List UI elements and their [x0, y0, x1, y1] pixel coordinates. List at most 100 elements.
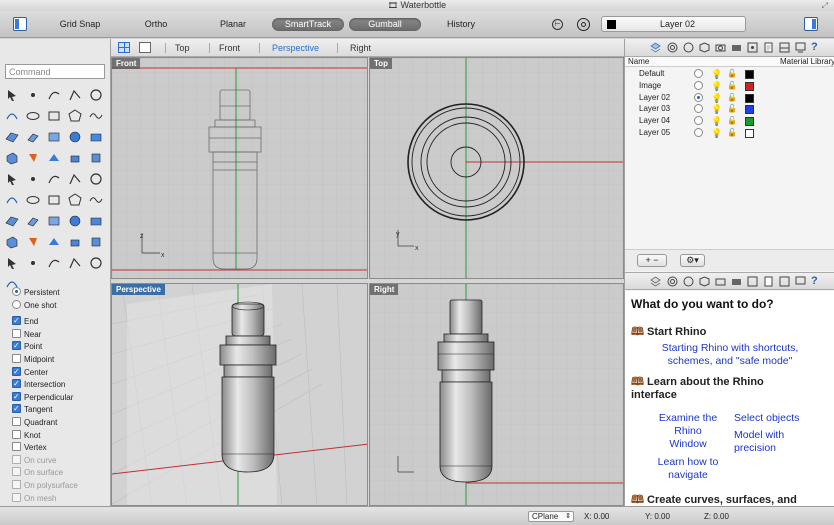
current-layer-radio-icon[interactable]	[694, 116, 703, 126]
navigate-link-1[interactable]: Learn how to	[658, 456, 719, 468]
command-input[interactable]: Command	[5, 64, 105, 79]
tool-cylinder-icon[interactable]	[47, 151, 61, 165]
osnap-intersection[interactable]: Intersection	[12, 378, 65, 391]
planar-button[interactable]: Planar	[215, 16, 251, 32]
named-views-tab-icon[interactable]	[795, 42, 806, 53]
tab-perspective[interactable]: Perspective	[272, 41, 319, 55]
checkbox-icon[interactable]	[12, 340, 21, 352]
tool-curve-icon[interactable]	[47, 88, 61, 102]
radio-icon[interactable]	[12, 287, 21, 296]
properties-tab-icon-2[interactable]	[667, 276, 678, 287]
layer-row[interactable]: Layer 04 💡 🔓	[625, 115, 834, 127]
properties-panel-toggle-icon[interactable]	[804, 17, 818, 31]
model-precision-link-2[interactable]: precision	[734, 442, 776, 454]
layer-row[interactable]: Layer 05 💡 🔓	[625, 127, 834, 139]
tool-extrude-icon[interactable]	[26, 130, 40, 144]
layers-tab-icon[interactable]	[650, 42, 661, 53]
tool-rotate-icon[interactable]	[68, 193, 82, 207]
sidebar-toggle-icon[interactable]	[13, 17, 27, 31]
layer-options-gear-icon[interactable]: ⚙▾	[680, 254, 705, 267]
osnap-end[interactable]: End	[12, 315, 38, 328]
display-tab-icon-2[interactable]	[683, 276, 694, 287]
front-viewport[interactable]: z x Front	[111, 57, 368, 279]
checkbox-icon[interactable]	[12, 442, 21, 452]
object-tab-icon[interactable]	[699, 42, 710, 53]
add-remove-layer-buttons[interactable]: + −	[637, 254, 667, 267]
tool-split-icon[interactable]	[47, 172, 61, 186]
tool-dimension-icon[interactable]	[89, 214, 103, 228]
checkbox-icon[interactable]	[12, 403, 21, 415]
tool-camera-icon[interactable]	[5, 256, 19, 270]
tool-cone-icon[interactable]	[68, 151, 82, 165]
examine-window-link-1[interactable]: Examine the	[659, 412, 717, 424]
tool-mirror-icon[interactable]	[5, 214, 19, 228]
maximize-icon[interactable]: ⤢	[822, 0, 828, 11]
top-viewport[interactable]: y x Top	[369, 57, 624, 279]
lock-icon[interactable]: 🔓	[727, 103, 737, 115]
tool-loft-icon[interactable]	[47, 130, 61, 144]
object-tab-icon-2[interactable]	[699, 276, 710, 287]
grid-snap-button[interactable]: Grid Snap	[55, 16, 105, 32]
layer-color-swatch[interactable]	[745, 81, 754, 91]
record-history-icon[interactable]: ⊢	[552, 19, 563, 30]
visibility-lightbulb-icon[interactable]: 💡	[711, 115, 722, 127]
tool-fillet-icon[interactable]	[5, 172, 19, 186]
camera-tab-icon[interactable]	[731, 42, 742, 53]
ortho-button[interactable]: Ortho	[138, 16, 174, 32]
navigate-link-2[interactable]: navigate	[668, 469, 708, 481]
osnap-mode-persistent[interactable]: Persistent	[12, 287, 60, 299]
tool-group-icon[interactable]	[68, 214, 82, 228]
tool-circle-icon[interactable]	[89, 88, 103, 102]
help-tab-icon[interactable]: ?	[811, 41, 822, 53]
tool-settings-icon[interactable]	[89, 256, 103, 270]
layer-color-swatch[interactable]	[745, 129, 754, 138]
select-objects-link[interactable]: Select objects	[734, 412, 799, 424]
checkbox-icon[interactable]	[12, 429, 21, 439]
layer-color-swatch[interactable]	[745, 93, 754, 103]
section-tab-icon[interactable]	[779, 42, 790, 53]
checkbox-icon[interactable]	[12, 391, 21, 403]
current-layer-radio-icon[interactable]	[694, 92, 703, 102]
display-tab-icon[interactable]	[683, 42, 694, 53]
checkbox-icon[interactable]	[12, 315, 21, 327]
current-layer-radio-icon[interactable]	[694, 128, 703, 137]
osnap-near[interactable]: Near	[12, 328, 41, 341]
tool-light-icon[interactable]	[47, 256, 61, 270]
tool-sweep-icon[interactable]	[89, 130, 103, 144]
radio-icon[interactable]	[12, 299, 21, 309]
tool-trim-icon[interactable]	[68, 172, 82, 186]
tab-top[interactable]: Top	[175, 41, 190, 55]
visibility-lightbulb-icon[interactable]: 💡	[711, 92, 722, 104]
tool-move-icon[interactable]	[26, 193, 40, 207]
checkbox-icon[interactable]	[12, 417, 21, 426]
perspective-viewport[interactable]: Perspective	[111, 283, 368, 506]
tab-right[interactable]: Right	[350, 41, 371, 55]
visibility-lightbulb-icon[interactable]: 💡	[711, 103, 722, 115]
tool-join-icon[interactable]	[26, 214, 40, 228]
tool-boolean-icon[interactable]	[89, 151, 103, 165]
camera-tab-icon-2[interactable]	[731, 276, 742, 287]
layer-row[interactable]: Layer 03 💡 🔓	[625, 103, 834, 115]
layer-row[interactable]: Layer 02 💡 🔓	[625, 92, 834, 104]
tool-arc-icon[interactable]	[5, 109, 19, 123]
layer-color-swatch[interactable]	[745, 117, 754, 127]
section-tab-icon-2[interactable]	[779, 276, 790, 287]
tool-rectangle-icon[interactable]	[47, 109, 61, 123]
current-layer-radio-icon[interactable]	[694, 69, 703, 78]
tool-pan-icon[interactable]	[47, 235, 61, 249]
cplane-select[interactable]: CPlane ⇕	[528, 511, 574, 522]
light-tab-icon[interactable]	[747, 42, 758, 53]
layer-color-swatch[interactable]	[745, 70, 754, 79]
front-viewport-label[interactable]: Front	[112, 58, 141, 69]
render-tab-icon-2[interactable]	[715, 276, 726, 287]
notes-tab-icon[interactable]	[763, 42, 774, 53]
perspective-viewport-label[interactable]: Perspective	[112, 284, 165, 295]
smarttrack-button[interactable]: SmartTrack	[272, 18, 344, 31]
tab-front[interactable]: Front	[219, 41, 240, 55]
history-button[interactable]: History	[440, 16, 482, 32]
checkbox-icon[interactable]	[12, 366, 21, 378]
single-viewport-layout-icon[interactable]	[139, 42, 151, 53]
model-precision-link-1[interactable]: Model with	[734, 429, 784, 441]
right-viewport[interactable]: Right	[369, 283, 624, 506]
right-viewport-label[interactable]: Right	[370, 284, 399, 295]
